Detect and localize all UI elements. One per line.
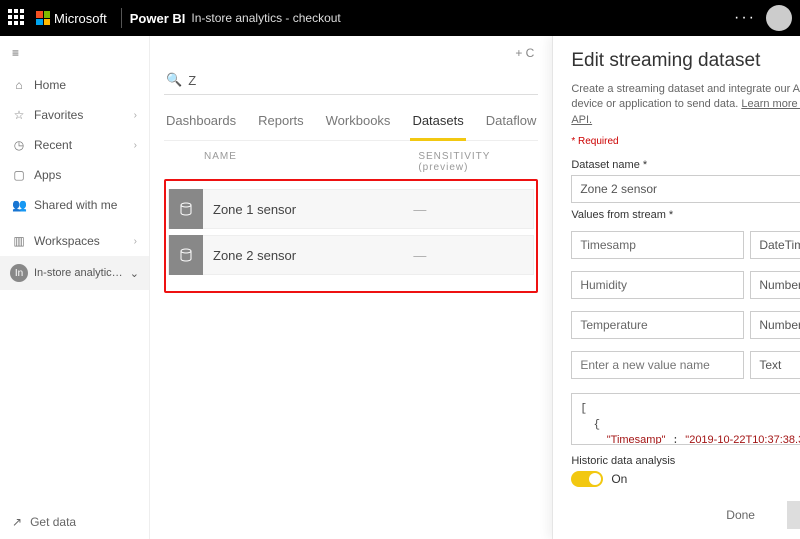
nav-label: Favorites xyxy=(34,108,83,122)
microsoft-text: Microsoft xyxy=(54,11,107,26)
nav-get-data[interactable]: ↗ Get data xyxy=(0,505,149,539)
panel-description: Create a streaming dataset and integrate… xyxy=(571,82,800,128)
nav-favorites[interactable]: ☆ Favorites › xyxy=(0,100,149,130)
nav-toggle-icon[interactable]: ≡ xyxy=(0,36,149,70)
col-name: NAME xyxy=(204,151,418,173)
apps-icon: ▢ xyxy=(12,168,26,182)
cancel-button[interactable]: Cancel xyxy=(787,501,800,529)
nav-label: Shared with me xyxy=(34,198,117,212)
dataset-sensitivity: — xyxy=(413,248,533,263)
value-name-input-new[interactable] xyxy=(571,351,744,379)
dataset-name: Zone 2 sensor xyxy=(213,248,413,263)
search-row: 🔍 xyxy=(164,66,538,95)
search-icon: 🔍 xyxy=(166,72,182,88)
dataset-name: Zone 1 sensor xyxy=(213,202,413,217)
value-type-select[interactable]: Number xyxy=(750,311,800,339)
edit-panel: Edit streaming dataset Create a streamin… xyxy=(552,36,800,539)
value-name-input[interactable] xyxy=(571,271,744,299)
dataset-icon xyxy=(169,189,203,229)
tab-dataflows[interactable]: Dataflow xyxy=(484,107,539,140)
value-type-select[interactable]: DateTime xyxy=(750,231,800,259)
nav-label: Home xyxy=(34,78,66,92)
search-input[interactable] xyxy=(188,73,536,88)
dataset-list-highlight: Zone 1 sensor — Zone 2 sensor — xyxy=(164,179,538,293)
historic-toggle-row: On xyxy=(571,471,800,487)
value-row: DateTime 🗑 xyxy=(571,231,800,259)
divider xyxy=(121,8,122,28)
workspace-name: In-store analytics -… xyxy=(34,267,124,279)
nav-label: Apps xyxy=(34,168,61,182)
tab-reports[interactable]: Reports xyxy=(256,107,306,140)
clock-icon: ◷ xyxy=(12,138,26,152)
json-preview: [ { "Timesamp" : "2019-10-22T10:37:38.36… xyxy=(571,393,800,445)
values-label: Values from stream * xyxy=(571,209,800,221)
avatar[interactable] xyxy=(766,5,792,31)
get-data-icon: ↗ xyxy=(12,515,22,529)
nav-workspaces[interactable]: ▥ Workspaces › xyxy=(0,226,149,256)
value-name-input[interactable] xyxy=(571,231,744,259)
historic-state: On xyxy=(611,472,627,486)
historic-label: Historic data analysis xyxy=(571,455,800,467)
nav-home[interactable]: ⌂ Home xyxy=(0,70,149,100)
nav-label: Get data xyxy=(30,515,76,529)
chevron-down-icon: ⌄ xyxy=(130,267,139,280)
dataset-sensitivity: — xyxy=(413,202,533,217)
top-bar: Microsoft Power BI In-store analytics - … xyxy=(0,0,800,36)
breadcrumb: In-store analytics - checkout xyxy=(191,11,340,25)
value-row-new: Text 🗑 xyxy=(571,351,800,379)
done-button[interactable]: Done xyxy=(704,501,777,529)
dataset-row[interactable]: Zone 2 sensor — xyxy=(168,235,534,275)
value-name-input[interactable] xyxy=(571,311,744,339)
tab-datasets[interactable]: Datasets xyxy=(410,107,465,141)
value-type-select[interactable]: Text xyxy=(750,351,800,379)
nav-recent[interactable]: ◷ Recent › xyxy=(0,130,149,160)
nav-label: Workspaces xyxy=(34,234,100,248)
value-row: Number 🗑 xyxy=(571,311,800,339)
nav-label: Recent xyxy=(34,138,72,152)
value-type-select[interactable]: Number xyxy=(750,271,800,299)
left-nav: ≡ ⌂ Home ☆ Favorites › ◷ Recent › ▢ Apps 👥 Shar… xyxy=(0,36,150,539)
product-name: Power BI xyxy=(130,11,186,26)
column-headers: NAME SENSITIVITY (preview) xyxy=(164,141,538,179)
chevron-right-icon: › xyxy=(134,140,137,151)
historic-toggle[interactable] xyxy=(571,471,603,487)
microsoft-logo: Microsoft xyxy=(36,11,107,26)
nav-current-workspace[interactable]: In In-store analytics -… ⌄ xyxy=(0,256,149,290)
required-note: * Required xyxy=(571,136,800,147)
col-sensitivity: SENSITIVITY (preview) xyxy=(418,151,538,173)
tab-workbooks[interactable]: Workbooks xyxy=(324,107,393,140)
app-launcher-icon[interactable] xyxy=(8,9,26,27)
content-tabs: Dashboards Reports Workbooks Datasets Da… xyxy=(164,107,538,141)
nav-shared[interactable]: 👥 Shared with me xyxy=(0,190,149,220)
workspaces-icon: ▥ xyxy=(12,234,26,248)
home-icon: ⌂ xyxy=(12,78,26,92)
nav-apps[interactable]: ▢ Apps xyxy=(0,160,149,190)
dataset-icon xyxy=(169,235,203,275)
panel-title: Edit streaming dataset xyxy=(571,50,800,72)
dataset-row[interactable]: Zone 1 sensor — xyxy=(168,189,534,229)
workspace-badge-icon: In xyxy=(10,264,28,282)
star-icon: ☆ xyxy=(12,108,26,122)
chevron-right-icon: › xyxy=(134,236,137,247)
shared-icon: 👥 xyxy=(12,198,26,212)
create-button[interactable]: + C xyxy=(515,46,534,60)
tab-dashboards[interactable]: Dashboards xyxy=(164,107,238,140)
more-icon[interactable]: ··· xyxy=(734,9,756,27)
value-row: Number 🗑 xyxy=(571,271,800,299)
main-content: + C 🔍 Dashboards Reports Workbooks Datas… xyxy=(150,36,552,539)
dataset-name-input[interactable] xyxy=(571,175,800,203)
chevron-right-icon: › xyxy=(134,110,137,121)
dataset-name-label: Dataset name * xyxy=(571,159,800,171)
